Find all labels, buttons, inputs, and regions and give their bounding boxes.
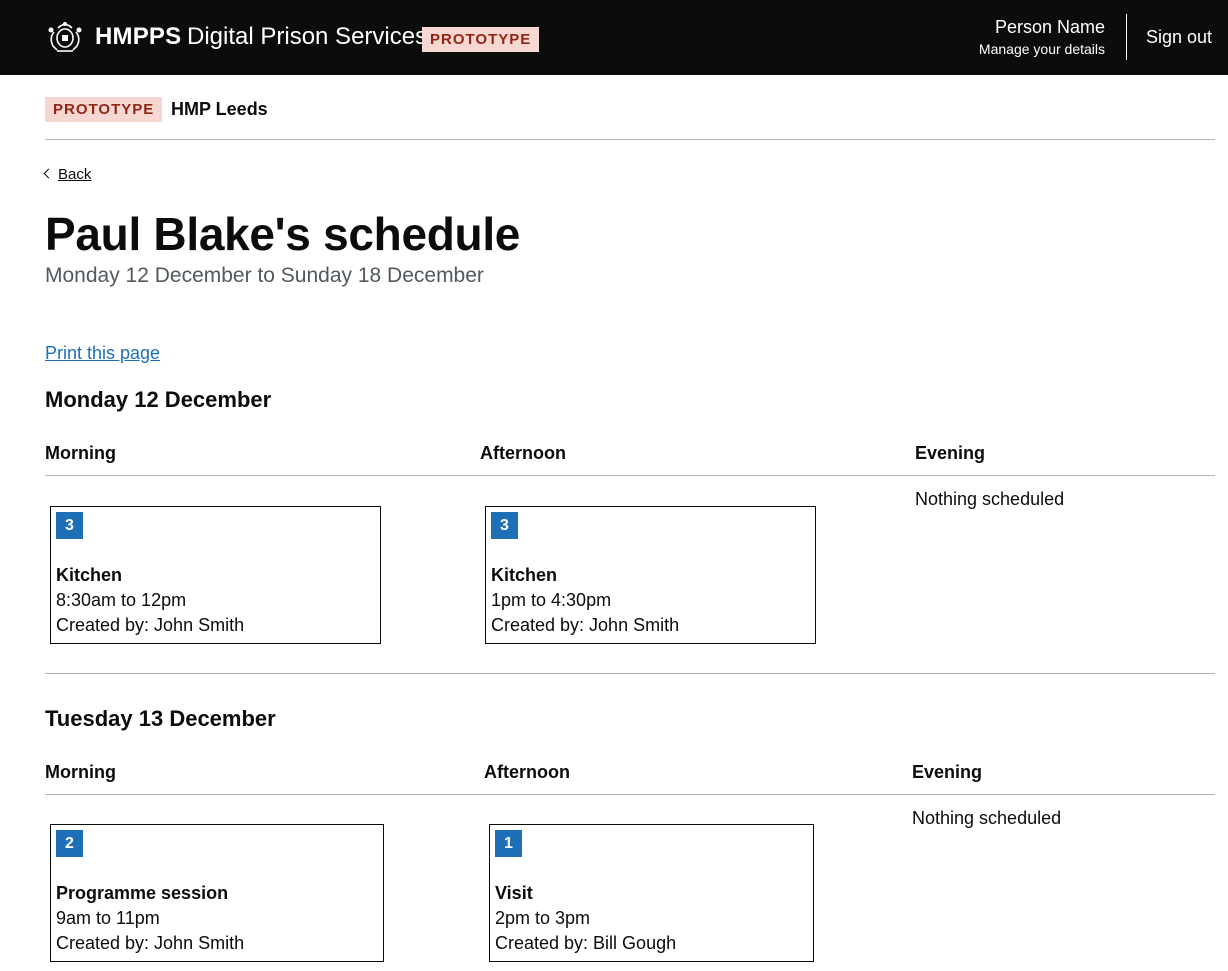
header-divider	[1126, 14, 1127, 60]
column-heading-evening: Evening	[912, 762, 983, 782]
activity-time: 2pm to 3pm	[495, 908, 591, 928]
back-link-label: Back	[58, 166, 92, 183]
brand-logo-text[interactable]: HMPPS	[95, 22, 181, 52]
activity-title: Kitchen	[491, 565, 558, 585]
chevron-left-icon	[43, 168, 54, 179]
activity-title: Programme session	[56, 883, 229, 903]
back-link[interactable]: Back	[43, 164, 92, 186]
prison-name: HMP Leeds	[171, 99, 268, 119]
attendee-count-badge: 3	[491, 512, 518, 539]
manage-details-link[interactable]: Manage your details	[979, 40, 1105, 58]
user-name: Person Name	[994, 17, 1105, 37]
column-heading-morning: Morning	[45, 762, 116, 782]
column-heading-morning: Morning	[45, 443, 116, 463]
column-header-divider	[45, 475, 1215, 476]
site-header: HMPPS Digital Prison Services PROTOTYPE …	[0, 0, 1228, 75]
print-page-link[interactable]: Print this page	[45, 340, 160, 366]
column-heading-afternoon: Afternoon	[484, 762, 570, 782]
subheader-divider	[45, 139, 1215, 140]
activity-card-afternoon[interactable]: 1 Visit 2pm to 3pm Created by: Bill Goug…	[489, 824, 814, 962]
day-divider	[45, 673, 1215, 674]
day-heading: Monday 12 December	[45, 387, 272, 412]
activity-title: Visit	[495, 883, 533, 903]
page-title: Paul Blake's schedule	[45, 208, 521, 260]
column-heading-evening: Evening	[915, 443, 986, 463]
service-name[interactable]: Digital Prison Services	[187, 22, 427, 52]
attendee-count-badge: 2	[56, 830, 83, 857]
attendee-count-badge: 1	[495, 830, 522, 857]
attendee-count-badge: 3	[56, 512, 83, 539]
activity-time: 1pm to 4:30pm	[491, 590, 612, 610]
column-heading-afternoon: Afternoon	[480, 443, 566, 463]
activity-created-by: Created by: Bill Gough	[495, 933, 677, 953]
activity-created-by: Created by: John Smith	[56, 933, 245, 953]
activity-time: 8:30am to 12pm	[56, 590, 187, 610]
activity-time: 9am to 11pm	[56, 908, 160, 928]
activity-created-by: Created by: John Smith	[491, 615, 680, 635]
activity-created-by: Created by: John Smith	[56, 615, 245, 635]
prototype-tag: PROTOTYPE	[422, 27, 540, 52]
activity-title: Kitchen	[56, 565, 123, 585]
prototype-tag-sub: PROTOTYPE	[45, 97, 163, 122]
activity-card-morning[interactable]: 3 Kitchen 8:30am to 12pm Created by: Joh…	[50, 506, 381, 644]
evening-empty-text: Nothing scheduled	[915, 489, 1065, 509]
column-header-divider	[45, 794, 1215, 795]
day-heading: Tuesday 13 December	[45, 706, 276, 731]
evening-empty-text: Nothing scheduled	[912, 808, 1062, 828]
royal-crest-icon	[48, 22, 82, 52]
activity-card-afternoon[interactable]: 3 Kitchen 1pm to 4:30pm Created by: John…	[485, 506, 816, 644]
sign-out-link[interactable]: Sign out	[1146, 25, 1212, 49]
activity-card-morning[interactable]: 2 Programme session 9am to 11pm Created …	[50, 824, 384, 962]
page-caption: Monday 12 December to Sunday 18 December	[45, 264, 484, 287]
